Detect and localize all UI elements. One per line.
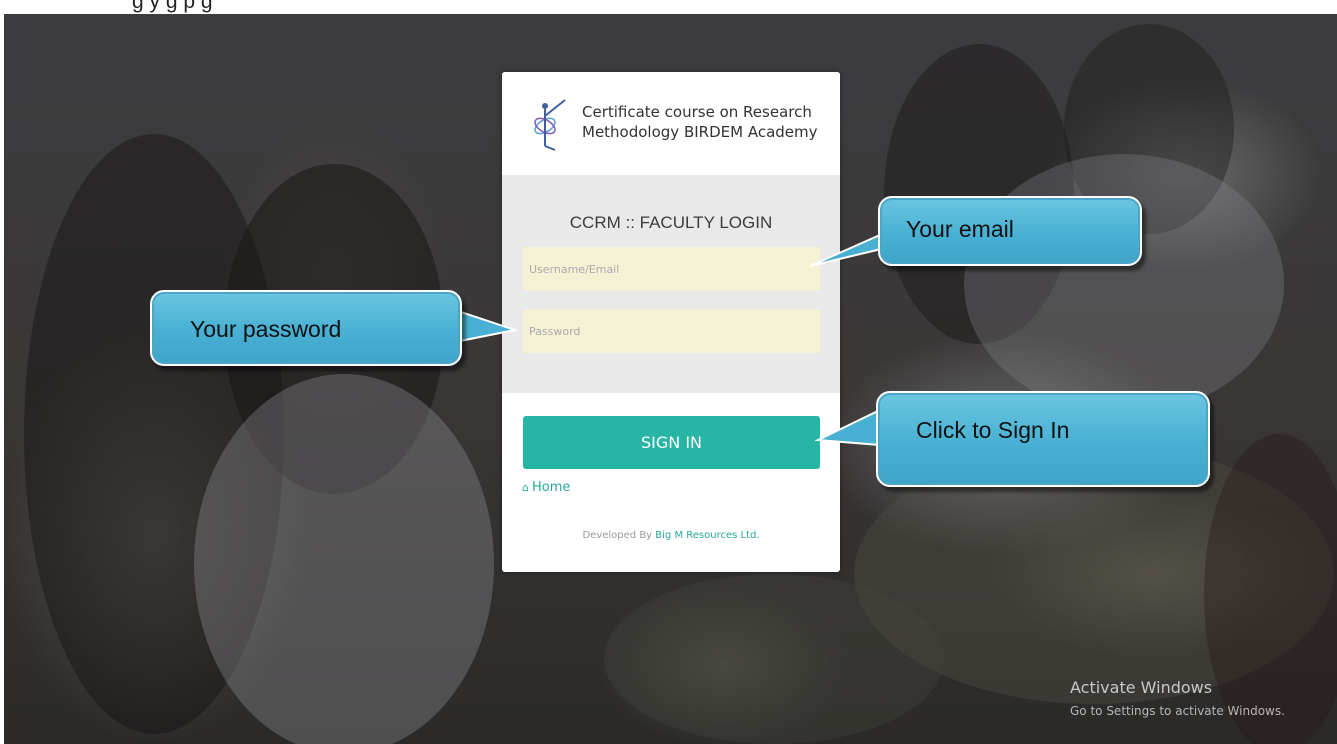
signin-callout-text: Click to Sign In — [916, 417, 1070, 443]
watermark-line-1: Activate Windows — [1070, 678, 1213, 697]
email-callout-text: Your email — [906, 216, 1014, 242]
watermark-line-2: Go to Settings to activate Windows. — [1070, 704, 1285, 718]
password-callout-text: Your password — [190, 316, 342, 342]
callout-tails — [439, 234, 941, 447]
password-callout: Your password — [150, 290, 462, 366]
activate-windows-watermark: Activate Windows Go to Settings to activ… — [1070, 678, 1285, 718]
email-callout: Your email — [878, 196, 1142, 266]
signin-callout: Click to Sign In — [876, 391, 1210, 487]
